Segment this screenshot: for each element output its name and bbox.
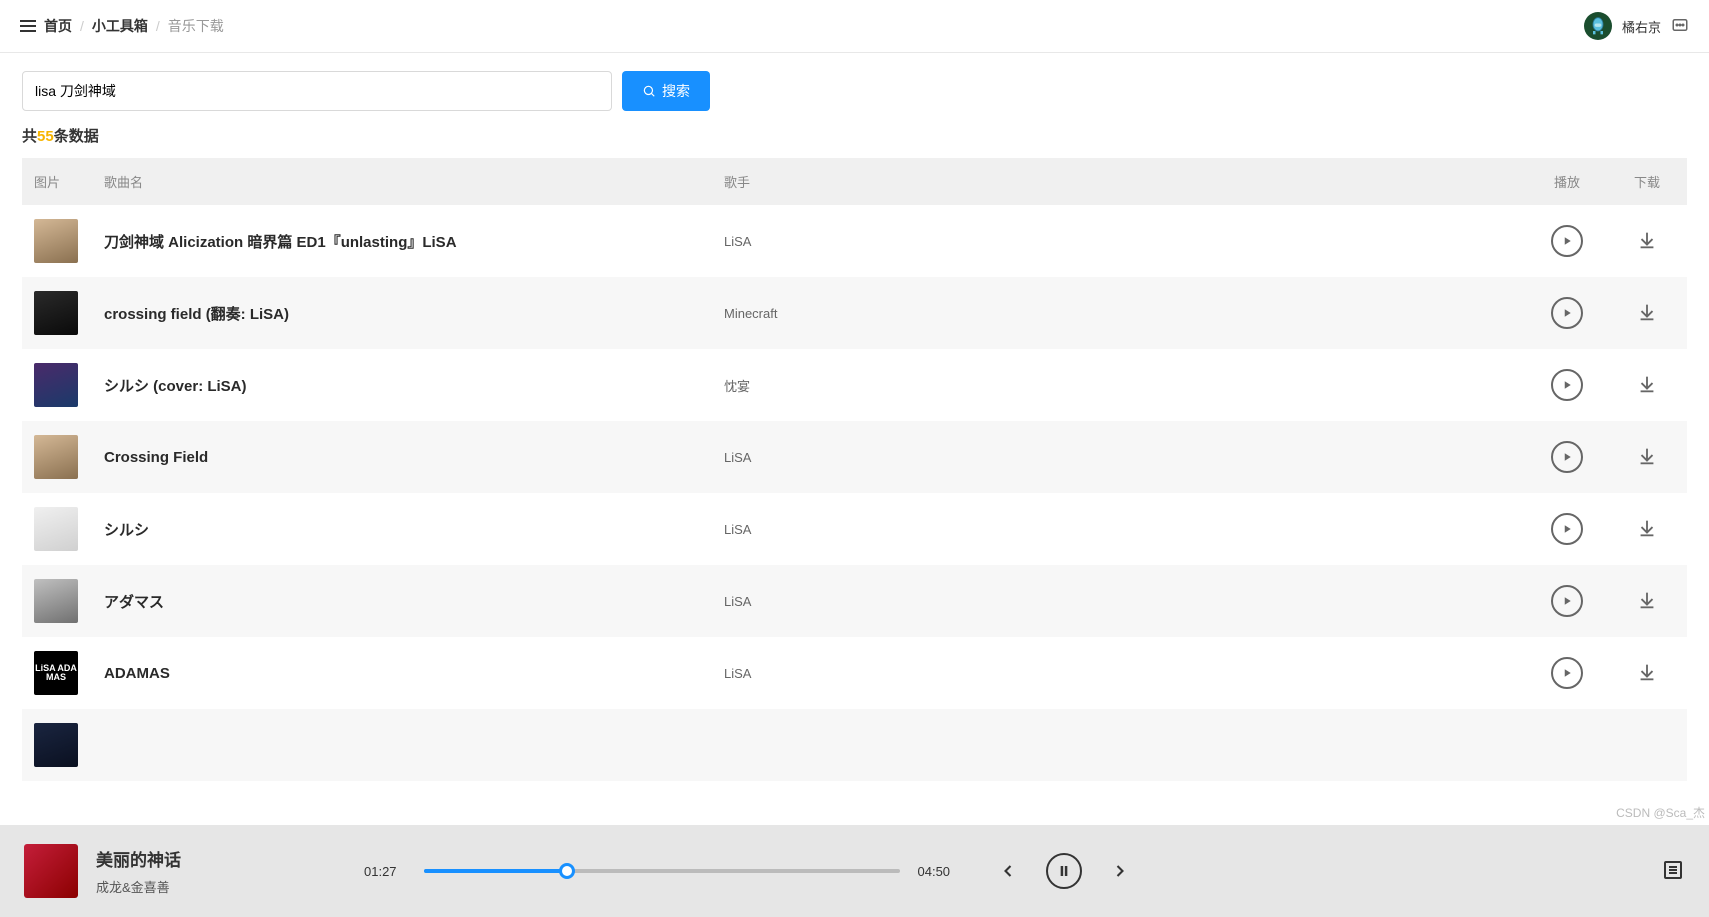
search-input[interactable] [22, 71, 612, 111]
col-header-image: 图片 [22, 158, 92, 205]
play-button[interactable] [1551, 297, 1583, 329]
search-button[interactable]: 搜索 [622, 71, 710, 111]
play-button[interactable] [1551, 657, 1583, 689]
artist-name: LiSA [724, 450, 751, 465]
table-row: crossing field (翻奏: LiSA) Minecraft [22, 277, 1687, 349]
app-header: 首页 / 小工具箱 / 音乐下载 橘右京 [0, 0, 1709, 53]
play-button[interactable] [1551, 585, 1583, 617]
search-button-label: 搜索 [662, 81, 690, 101]
song-name: 刀剑神域 Alicization 暗界篇 ED1『unlasting』LiSA [104, 234, 457, 251]
table-row: シルシ (cover: LiSA) 忱宴 [22, 349, 1687, 421]
breadcrumb-current: 音乐下载 [168, 16, 224, 36]
search-bar: 搜索 [22, 71, 1687, 111]
download-button[interactable] [1636, 517, 1658, 539]
play-icon [1558, 592, 1576, 610]
play-icon [1558, 376, 1576, 394]
download-icon [1636, 589, 1658, 611]
album-art [34, 579, 78, 623]
player-prev-button[interactable] [998, 861, 1018, 881]
album-art [34, 435, 78, 479]
table-row: 刀剑神域 Alicization 暗界篇 ED1『unlasting』LiSA … [22, 205, 1687, 277]
play-button[interactable] [1551, 441, 1583, 473]
song-name: crossing field (翻奏: LiSA) [104, 306, 289, 323]
download-icon [1636, 229, 1658, 251]
table-row: アダマス LiSA [22, 565, 1687, 637]
play-icon [1558, 232, 1576, 250]
user-avatar[interactable] [1584, 12, 1612, 40]
col-header-song: 歌曲名 [92, 158, 712, 205]
download-icon [1636, 445, 1658, 467]
album-art [34, 507, 78, 551]
table-row: LiSA ADA MAS ADAMAS LiSA [22, 637, 1687, 709]
player-album-art [24, 844, 78, 898]
col-header-play: 播放 [1527, 158, 1607, 205]
playlist-icon[interactable] [1661, 858, 1685, 885]
download-icon [1636, 373, 1658, 395]
album-art [34, 723, 78, 767]
song-name: シルシ (cover: LiSA) [104, 378, 247, 395]
download-button[interactable] [1636, 589, 1658, 611]
player-total-time: 04:50 [918, 864, 960, 879]
play-button[interactable] [1551, 225, 1583, 257]
music-player: 美丽的神话 成龙&金喜善 01:27 04:50 [0, 825, 1709, 917]
play-icon [1558, 448, 1576, 466]
song-name: ADAMAS [104, 665, 170, 682]
col-header-download: 下载 [1607, 158, 1687, 205]
username-label: 橘右京 [1622, 17, 1661, 36]
player-next-button[interactable] [1110, 861, 1130, 881]
song-table: 图片 歌曲名 歌手 播放 下载 刀剑神域 Alicization 暗界篇 ED1… [22, 158, 1687, 781]
artist-name: LiSA [724, 594, 751, 609]
breadcrumb: 首页 / 小工具箱 / 音乐下载 [44, 16, 224, 36]
player-song-title: 美丽的神话 [96, 846, 346, 871]
song-name: Crossing Field [104, 449, 208, 466]
download-button[interactable] [1636, 373, 1658, 395]
col-header-artist: 歌手 [712, 158, 1527, 205]
breadcrumb-toolbox[interactable]: 小工具箱 [92, 16, 148, 36]
album-art: LiSA ADA MAS [34, 651, 78, 695]
chevron-left-icon [998, 861, 1018, 881]
table-row: Crossing Field LiSA [22, 421, 1687, 493]
song-name: シルシ [104, 522, 149, 539]
artist-name: Minecraft [724, 306, 777, 321]
table-row: シルシ LiSA [22, 493, 1687, 565]
result-count: 共55条数据 [22, 125, 1687, 146]
download-icon [1636, 661, 1658, 683]
artist-name: LiSA [724, 234, 751, 249]
player-artist: 成龙&金喜善 [96, 877, 346, 896]
table-row [22, 709, 1687, 781]
song-name: アダマス [104, 594, 164, 611]
watermark: CSDN @Sca_杰 [1616, 804, 1705, 821]
pause-icon [1054, 861, 1074, 881]
download-icon [1636, 301, 1658, 323]
play-icon [1558, 520, 1576, 538]
album-art [34, 291, 78, 335]
message-icon[interactable] [1671, 16, 1689, 37]
download-icon [1636, 517, 1658, 539]
play-button[interactable] [1551, 513, 1583, 545]
menu-toggle-icon[interactable] [20, 18, 36, 34]
album-art [34, 363, 78, 407]
download-button[interactable] [1636, 661, 1658, 683]
chevron-right-icon [1110, 861, 1130, 881]
search-icon [642, 84, 656, 98]
download-button[interactable] [1636, 229, 1658, 251]
artist-name: LiSA [724, 666, 751, 681]
artist-name: LiSA [724, 522, 751, 537]
album-art [34, 219, 78, 263]
player-current-time: 01:27 [364, 864, 406, 879]
breadcrumb-home[interactable]: 首页 [44, 16, 72, 36]
player-pause-button[interactable] [1046, 853, 1082, 889]
download-button[interactable] [1636, 445, 1658, 467]
artist-name: 忱宴 [724, 379, 750, 394]
play-icon [1558, 304, 1576, 322]
download-button[interactable] [1636, 301, 1658, 323]
table-header-row: 图片 歌曲名 歌手 播放 下载 [22, 158, 1687, 205]
player-progress-bar[interactable] [424, 869, 900, 873]
play-icon [1558, 664, 1576, 682]
play-button[interactable] [1551, 369, 1583, 401]
